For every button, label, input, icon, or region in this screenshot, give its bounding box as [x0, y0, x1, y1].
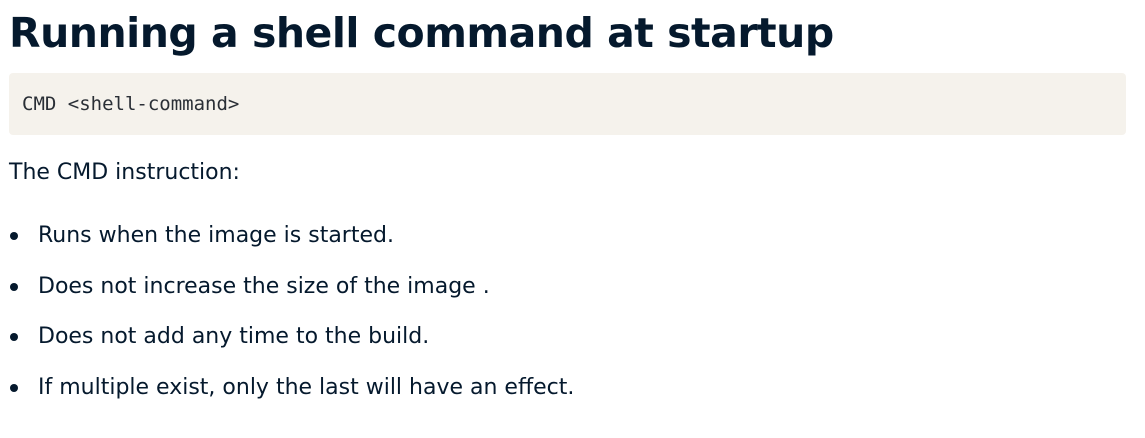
bullet-dot-icon	[10, 232, 18, 240]
list-item: Does not add any time to the build.	[9, 322, 574, 352]
list-item: Does not increase the size of the image …	[9, 272, 574, 302]
bullet-dot-icon	[10, 282, 18, 291]
bullet-dot-icon	[10, 333, 18, 341]
list-item-text: If multiple exist, only the last will ha…	[38, 374, 575, 400]
bullet-dot-icon	[10, 383, 18, 392]
slide-page: Running a shell command at startup CMD <…	[0, 0, 1145, 438]
list-item: Runs when the image is started.	[9, 221, 574, 251]
list-item-text: Does not add any time to the build.	[38, 324, 430, 349]
intro-text: The CMD instruction:	[9, 160, 240, 185]
code-block: CMD <shell-command>	[9, 73, 1126, 135]
list-item-text: Does not increase the size of the image …	[38, 273, 490, 299]
page-title: Running a shell command at startup	[9, 9, 834, 57]
bullet-list: Runs when the image is started. Does not…	[9, 221, 574, 423]
list-item: If multiple exist, only the last will ha…	[9, 373, 574, 403]
code-snippet: CMD <shell-command>	[22, 93, 240, 115]
list-item-text: Runs when the image is started.	[38, 223, 394, 248]
